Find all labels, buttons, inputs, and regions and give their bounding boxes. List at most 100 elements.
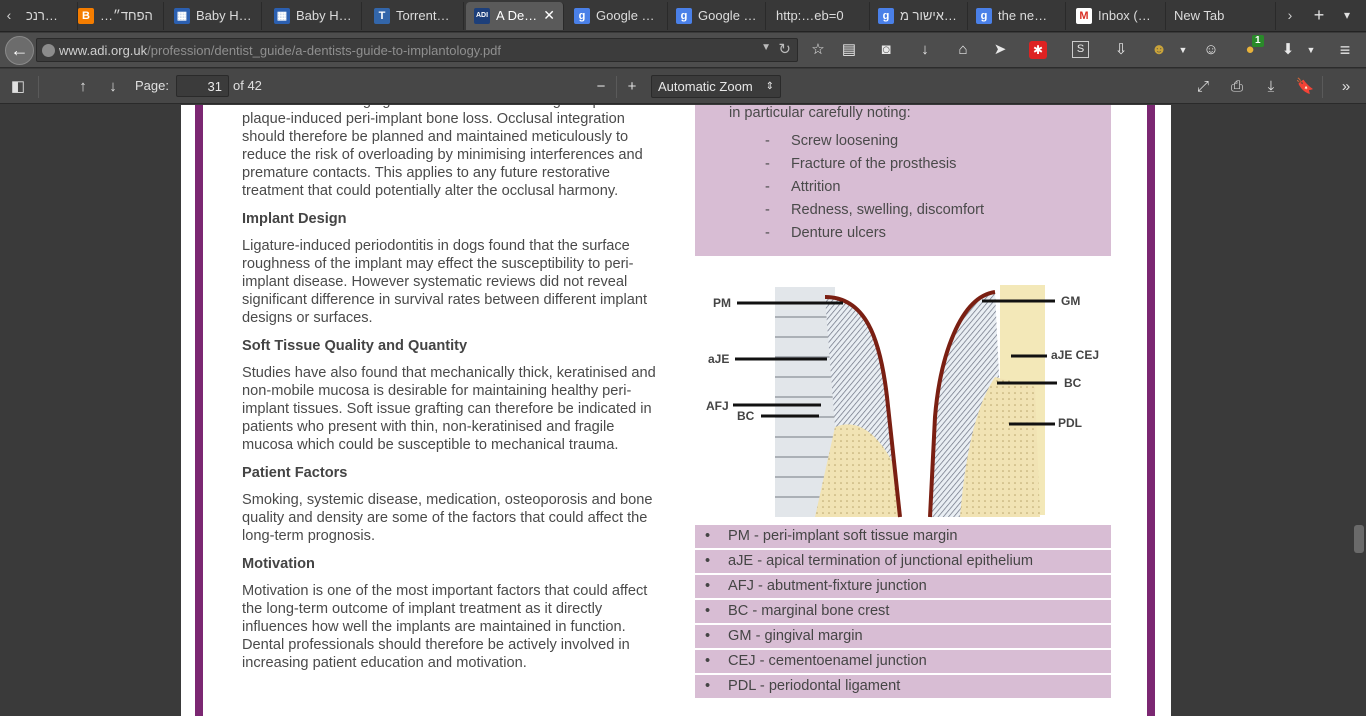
bookmark-view-icon[interactable]: 🔖 bbox=[1294, 76, 1316, 98]
pocket-icon[interactable]: ◙ bbox=[875, 39, 897, 61]
tab-item[interactable]: http:…eb=0 bbox=[768, 2, 870, 30]
presentation-mode-icon[interactable]: ⤢ bbox=[1192, 76, 1214, 98]
tab-item[interactable]: g אישור מ… bbox=[870, 2, 968, 30]
zoom-in-icon[interactable]: + bbox=[621, 76, 643, 98]
tab-scroll-left-button[interactable]: ‹ bbox=[0, 0, 18, 32]
globe-icon bbox=[42, 44, 55, 57]
send-tab-icon[interactable]: ➤ bbox=[989, 39, 1011, 61]
callout-box: in particular carefully noting: Screw lo… bbox=[695, 105, 1111, 256]
sidebar-toggle-icon[interactable]: ◧ bbox=[7, 76, 29, 98]
google-g-icon: g bbox=[878, 8, 894, 24]
reading-list-icon[interactable]: ▤ bbox=[838, 39, 860, 61]
section-paragraph: Smoking, systemic disease, medication, o… bbox=[242, 492, 653, 544]
adi-logo-icon: ADI bbox=[474, 8, 490, 24]
tab-item[interactable]: M Inbox (… bbox=[1068, 2, 1166, 30]
legend-item: GM - gingival margin bbox=[695, 625, 1111, 648]
legend-item: PM - peri-implant soft tissue margin bbox=[695, 525, 1111, 548]
pdf-page: There is also emerging evidence that ove… bbox=[181, 105, 1171, 716]
tab-item[interactable]: ▦ Baby H… bbox=[266, 2, 362, 30]
pdf-viewer[interactable]: There is also emerging evidence that ove… bbox=[0, 105, 1366, 716]
zoom-value: Automatic Zoom bbox=[658, 79, 753, 94]
previous-page-icon[interactable]: ↑ bbox=[72, 76, 94, 98]
tab-title: http:…eb=0 bbox=[776, 8, 844, 23]
print-icon[interactable]: ⎙ bbox=[1226, 76, 1248, 98]
google-g-icon: g bbox=[574, 8, 590, 24]
url-text[interactable]: www.adi.org.uk/profession/dentist_guide/… bbox=[59, 43, 501, 58]
legend-item: AFJ - abutment-fixture junction bbox=[695, 575, 1111, 598]
tab-item[interactable]: ▦ Baby H… bbox=[166, 2, 262, 30]
label-bc-right: BC bbox=[1064, 376, 1082, 390]
tab-title: the ne… bbox=[998, 8, 1048, 23]
downloads-icon[interactable]: ↓ bbox=[914, 39, 936, 61]
new-tab-button[interactable]: + bbox=[1306, 0, 1332, 32]
section-heading: Soft Tissue Quality and Quantity bbox=[242, 338, 468, 354]
tab-title: רנכ… bbox=[26, 8, 58, 23]
tab-title: Inbox (… bbox=[1098, 8, 1151, 23]
addon-red-asterisk-icon[interactable]: ✱ bbox=[1029, 41, 1047, 59]
section-paragraph: Motivation is one of the most important … bbox=[242, 583, 648, 671]
reload-icon[interactable]: ↻ bbox=[778, 40, 791, 58]
section-heading: Patient Factors bbox=[242, 465, 348, 481]
tab-item[interactable]: g Google … bbox=[668, 2, 766, 30]
home-icon[interactable]: ⌂ bbox=[952, 39, 974, 61]
vertical-scrollbar-thumb[interactable] bbox=[1354, 525, 1364, 553]
page-right-accent-bar bbox=[1147, 105, 1155, 716]
back-button[interactable]: ← bbox=[5, 36, 34, 65]
tab-strip: ‹ רנכ… B …הפחד״ ▦ Baby H… ▦ Baby H… T Torrent… AD… bbox=[0, 0, 1366, 32]
tools-menu-icon[interactable]: » bbox=[1335, 76, 1357, 98]
callout-item: Attrition bbox=[765, 178, 984, 201]
zoom-out-icon[interactable]: − bbox=[590, 76, 612, 98]
tab-scroll-right-button[interactable]: › bbox=[1281, 0, 1299, 32]
tab-item[interactable]: g the ne… bbox=[968, 2, 1066, 30]
bookmark-star-icon[interactable]: ☆ bbox=[807, 39, 829, 61]
zoom-select[interactable]: Automatic Zoom ⇕ bbox=[651, 75, 781, 98]
colorful-grid-icon: ▦ bbox=[174, 8, 190, 24]
section-paragraph: Studies have also found that mechanicall… bbox=[242, 365, 656, 453]
tab-title: Google … bbox=[596, 8, 655, 23]
peri-implant-diagram: PM aJE AFJ BC GM aJE CEJ BC PDL bbox=[706, 285, 1099, 518]
tab-item[interactable]: g Google … bbox=[566, 2, 668, 30]
overloading-paragraph: There is also emerging evidence that ove… bbox=[242, 105, 657, 199]
tabs-menu-chevron-icon[interactable]: ▾ bbox=[1334, 0, 1360, 32]
page-count: of 42 bbox=[233, 78, 262, 93]
tab-close-icon[interactable]: ✕ bbox=[543, 2, 555, 29]
legend-item: BC - marginal bone crest bbox=[695, 600, 1111, 623]
tab-item[interactable]: רנכ… bbox=[18, 2, 78, 30]
tab-title: New Tab bbox=[1174, 8, 1225, 23]
page-number-input[interactable] bbox=[176, 75, 229, 97]
smiley-addon-icon[interactable]: ☺ bbox=[1200, 39, 1222, 61]
url-history-dropdown-icon[interactable]: ▼ bbox=[761, 42, 771, 53]
tab-item[interactable]: T Torrent… bbox=[366, 2, 464, 30]
tab-title: Baby H… bbox=[296, 8, 352, 23]
hamburger-menu-icon[interactable]: ≡ bbox=[1334, 39, 1356, 61]
page-left-accent-bar bbox=[195, 105, 203, 716]
legend-item: aJE - apical termination of junctional e… bbox=[695, 550, 1111, 573]
page-label: Page: bbox=[135, 78, 169, 93]
download-arrow-icon[interactable]: ⬇ bbox=[1277, 39, 1299, 61]
addon-badge: 1 bbox=[1252, 35, 1264, 47]
addon-s-icon[interactable]: S bbox=[1072, 41, 1089, 58]
save-pdf-icon[interactable]: ⤓ bbox=[1260, 76, 1282, 98]
pdf-toolbar: ◧ ↑ ↓ Page: of 42 − + Automatic Zoom⇕ ⤢ … bbox=[0, 69, 1366, 104]
greasemonkey-dropdown-icon[interactable]: ▼ bbox=[1172, 39, 1194, 61]
orange-blogger-icon: B bbox=[78, 8, 94, 24]
tab-item[interactable]: ADI A De… ✕ bbox=[466, 2, 564, 30]
label-pdl: PDL bbox=[1058, 416, 1082, 430]
tab-title: Baby H… bbox=[196, 8, 252, 23]
callout-item: Redness, swelling, discomfort bbox=[765, 201, 984, 224]
toolbar-divider bbox=[1322, 76, 1323, 98]
greasemonkey-icon[interactable]: ☻ bbox=[1148, 39, 1170, 61]
label-gm: GM bbox=[1061, 294, 1080, 308]
label-afj: AFJ bbox=[706, 399, 729, 413]
left-column: There is also emerging evidence that ove… bbox=[242, 105, 662, 682]
next-page-icon[interactable]: ↓ bbox=[102, 76, 124, 98]
tab-title: A De… bbox=[496, 8, 538, 23]
download-dropdown-icon[interactable]: ▼ bbox=[1300, 39, 1322, 61]
label-aje-cej: aJE CEJ bbox=[1051, 348, 1099, 362]
tab-title: Google … bbox=[698, 8, 757, 23]
tab-item[interactable]: New Tab bbox=[1166, 2, 1276, 30]
url-bar[interactable]: www.adi.org.uk/profession/dentist_guide/… bbox=[36, 38, 798, 62]
download-helper-icon[interactable]: ⇩ bbox=[1110, 39, 1132, 61]
tab-item[interactable]: B …הפחד״ bbox=[70, 2, 164, 30]
callout-item: Screw loosening bbox=[765, 132, 984, 155]
